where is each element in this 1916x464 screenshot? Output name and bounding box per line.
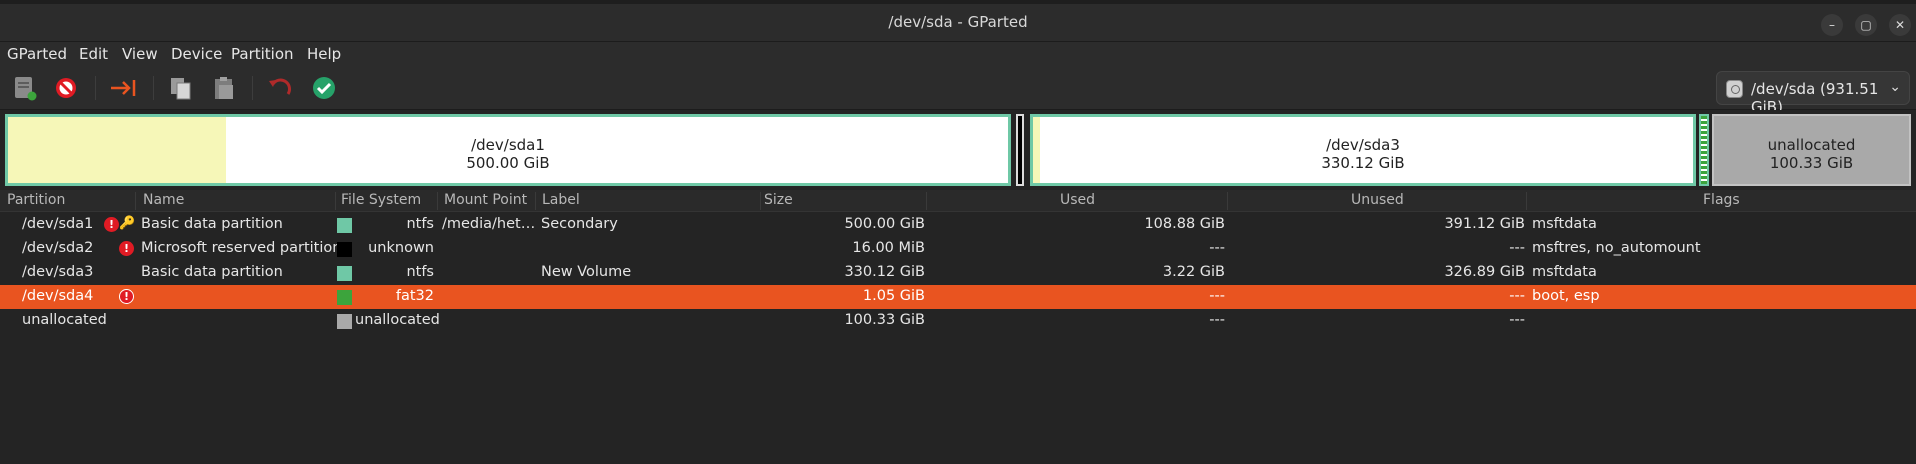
graph-unallocated-size: 100.33 GiB xyxy=(1769,154,1854,172)
toolbar-separator xyxy=(153,76,154,100)
table-row[interactable]: unallocated unallocated 100.33 GiB --- -… xyxy=(0,309,1916,333)
device-selector[interactable]: /dev/sda (931.51 GiB) ⌄ xyxy=(1716,71,1910,116)
graph-sda3-size: 330.12 GiB xyxy=(1321,154,1405,172)
col-used[interactable]: Used xyxy=(1060,192,1095,208)
col-mountpoint[interactable]: Mount Point xyxy=(444,192,527,208)
table-row[interactable]: /dev/sda2 ! Microsoft reserved partition… xyxy=(0,237,1916,261)
menu-gparted[interactable]: GParted xyxy=(7,45,67,63)
graph-unallocated[interactable]: unallocated 100.33 GiB xyxy=(1712,114,1911,186)
cell-name: Microsoft reserved partition xyxy=(141,240,342,256)
cell-flags: msftdata xyxy=(1532,216,1597,232)
menu-partition[interactable]: Partition xyxy=(231,45,294,63)
table-row[interactable]: /dev/sda1 ! 🔑 Basic data partition ntfs … xyxy=(0,213,1916,237)
menu-bar: GParted Edit View Device Partition Help xyxy=(0,42,1916,66)
cell-flags: msftdata xyxy=(1532,264,1597,280)
menu-view[interactable]: View xyxy=(122,45,158,63)
graph-partition-sda1[interactable]: /dev/sda1 500.00 GiB xyxy=(5,114,1011,186)
cell-used: --- xyxy=(1209,288,1225,304)
graph-sda3-name: /dev/sda3 xyxy=(1326,136,1400,154)
warning-icon: ! xyxy=(104,217,119,232)
fs-color-swatch xyxy=(337,290,352,305)
key-icon: 🔑 xyxy=(119,216,136,231)
cell-size: 330.12 GiB xyxy=(844,264,925,280)
cell-filesystem: unknown xyxy=(368,240,434,256)
col-unused[interactable]: Unused xyxy=(1351,192,1404,208)
warning-icon: ! xyxy=(119,241,134,256)
cell-used: 3.22 GiB xyxy=(1162,264,1225,280)
partition-graph: /dev/sda1 500.00 GiB /dev/sda3 330.12 Gi… xyxy=(0,110,1916,190)
cell-unused: 326.89 GiB xyxy=(1444,264,1525,280)
cell-used: --- xyxy=(1209,240,1225,256)
copy-icon[interactable] xyxy=(165,72,197,104)
minimize-button[interactable]: – xyxy=(1821,14,1843,36)
col-partition[interactable]: Partition xyxy=(7,192,65,208)
cell-flags: msftres, no_automount xyxy=(1532,240,1701,256)
maximize-button[interactable]: ▢ xyxy=(1855,14,1877,36)
cell-unused: --- xyxy=(1509,312,1525,328)
table-row[interactable]: /dev/sda3 Basic data partition ntfs New … xyxy=(0,261,1916,285)
fs-color-swatch xyxy=(337,266,352,281)
resize-move-icon[interactable] xyxy=(107,72,139,104)
cell-name: Basic data partition xyxy=(141,264,283,280)
graph-partition-sda3[interactable]: /dev/sda3 330.12 GiB xyxy=(1030,114,1696,186)
cell-filesystem: ntfs xyxy=(406,264,434,280)
fs-color-swatch xyxy=(337,314,352,329)
cell-partition: /dev/sda1 xyxy=(22,216,94,232)
cell-label: New Volume xyxy=(541,264,632,280)
cell-name: Basic data partition xyxy=(141,216,283,232)
delete-icon[interactable] xyxy=(50,72,82,104)
graph-sda1-name: /dev/sda1 xyxy=(471,136,545,154)
menu-device[interactable]: Device xyxy=(171,45,222,63)
paste-icon[interactable] xyxy=(208,72,240,104)
menu-edit[interactable]: Edit xyxy=(79,45,108,63)
col-flags[interactable]: Flags xyxy=(1703,192,1740,208)
cell-filesystem: fat32 xyxy=(395,288,434,304)
cell-partition: unallocated xyxy=(22,312,107,328)
cell-unused: --- xyxy=(1509,288,1525,304)
graph-partition-sda4[interactable] xyxy=(1699,114,1709,186)
cell-filesystem: unallocated xyxy=(355,312,440,328)
toolbar-separator xyxy=(95,76,96,100)
partition-table-header: Partition Name File System Mount Point L… xyxy=(0,190,1916,212)
cell-unused: 391.12 GiB xyxy=(1444,216,1525,232)
table-row-selected[interactable]: /dev/sda4 ! fat32 1.05 GiB --- --- boot,… xyxy=(0,285,1916,309)
fs-color-swatch xyxy=(337,242,352,257)
graph-sda1-size: 500.00 GiB xyxy=(466,154,550,172)
col-filesystem[interactable]: File System xyxy=(341,192,421,208)
cell-size: 16.00 MiB xyxy=(852,240,925,256)
cell-partition: /dev/sda4 xyxy=(22,288,94,304)
cell-size: 500.00 GiB xyxy=(844,216,925,232)
cell-used: --- xyxy=(1209,312,1225,328)
apply-icon[interactable] xyxy=(308,72,340,104)
warning-icon: ! xyxy=(119,289,134,304)
col-name[interactable]: Name xyxy=(143,192,184,208)
toolbar-separator xyxy=(252,76,253,100)
disk-icon xyxy=(1726,80,1743,98)
window-title: /dev/sda - GParted xyxy=(888,13,1028,31)
undo-icon[interactable] xyxy=(264,72,296,104)
new-partition-icon[interactable] xyxy=(9,72,41,104)
cell-unused: --- xyxy=(1509,240,1525,256)
graph-unallocated-name: unallocated xyxy=(1767,136,1856,154)
col-size[interactable]: Size xyxy=(764,192,793,208)
menu-help[interactable]: Help xyxy=(307,45,341,63)
cell-size: 1.05 GiB xyxy=(862,288,925,304)
cell-mountpoint: /media/het… xyxy=(442,216,536,232)
cell-size: 100.33 GiB xyxy=(844,312,925,328)
cell-filesystem: ntfs xyxy=(406,216,434,232)
cell-partition: /dev/sda2 xyxy=(22,240,94,256)
chevron-down-icon: ⌄ xyxy=(1889,79,1901,95)
cell-flags: boot, esp xyxy=(1532,288,1600,304)
col-label[interactable]: Label xyxy=(542,192,580,208)
title-bar: /dev/sda - GParted – ▢ ✕ xyxy=(0,0,1916,42)
fs-color-swatch xyxy=(337,218,352,233)
graph-partition-sda2[interactable] xyxy=(1016,114,1024,186)
cell-used: 108.88 GiB xyxy=(1144,216,1225,232)
cell-partition: /dev/sda3 xyxy=(22,264,94,280)
cell-label: Secondary xyxy=(541,216,618,232)
toolbar: /dev/sda (931.51 GiB) ⌄ xyxy=(0,66,1916,116)
close-button[interactable]: ✕ xyxy=(1889,14,1911,36)
